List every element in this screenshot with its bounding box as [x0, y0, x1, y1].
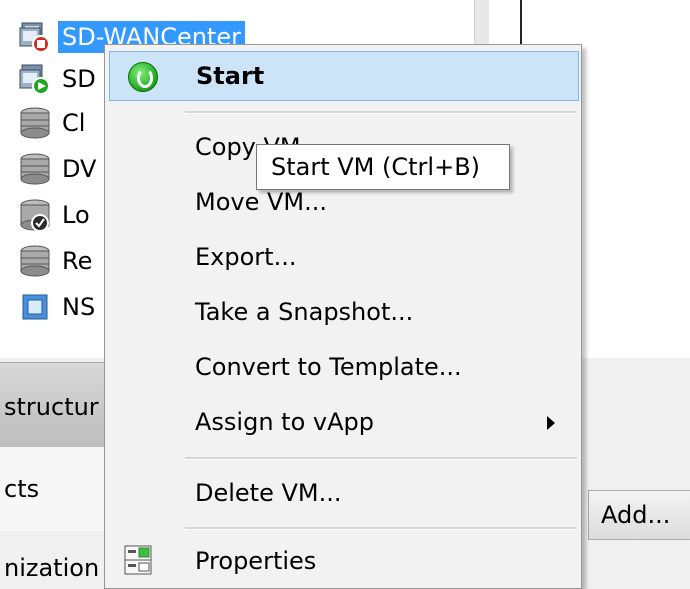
menu-separator: [185, 527, 577, 530]
tree-item-label: Lo: [62, 201, 90, 229]
menu-item-label: Properties: [195, 547, 317, 575]
tree-item-ns[interactable]: NS: [18, 290, 99, 324]
server-stack-icon: [18, 106, 52, 140]
tree-item-lo[interactable]: Lo: [18, 198, 94, 232]
menu-item-start[interactable]: Start: [109, 51, 579, 101]
tree-item-label: Cl: [62, 109, 86, 137]
server-stack-icon: [18, 244, 52, 278]
nav-label: structur: [4, 393, 99, 421]
menu-item-label: Move VM...: [195, 188, 327, 216]
tree-item-label: NS: [62, 293, 96, 321]
menu-item-label: Take a Snapshot...: [195, 298, 414, 326]
tree-item-label: DV: [62, 155, 97, 183]
server-check-icon: [18, 198, 52, 232]
tree-item-label: SD: [62, 65, 96, 93]
menu-item-convert-to-template[interactable]: Convert to Template...: [109, 343, 579, 393]
template-icon: [18, 290, 52, 324]
menu-item-delete-vm[interactable]: Delete VM...: [109, 469, 579, 519]
properties-icon: [123, 543, 153, 577]
tooltip-text: Start VM (Ctrl+B): [271, 153, 481, 181]
tree-item-sd[interactable]: SD: [18, 62, 100, 96]
add-button-label: Add...: [601, 501, 671, 529]
menu-item-label: Delete VM...: [195, 479, 342, 507]
tooltip: Start VM (Ctrl+B): [256, 144, 510, 190]
vm-running-icon: [18, 62, 52, 96]
start-icon: [128, 62, 158, 92]
context-menu: Start Copy VM... Move VM... Export... Ta…: [104, 44, 582, 589]
menu-item-label: Start: [196, 62, 265, 90]
add-button[interactable]: Add...: [588, 490, 690, 540]
nav-label: cts: [4, 475, 40, 503]
submenu-arrow-icon: [547, 416, 555, 430]
tree-item-dv[interactable]: DV: [18, 152, 100, 186]
vm-stopped-icon: [18, 20, 52, 54]
menu-item-properties[interactable]: Properties: [109, 537, 579, 587]
tree-item-label: Re: [62, 247, 93, 275]
menu-item-label: Assign to vApp: [195, 408, 374, 436]
panel-divider: [520, 0, 522, 48]
menu-separator: [185, 457, 577, 460]
menu-separator: [185, 111, 577, 114]
server-stack-icon: [18, 152, 52, 186]
menu-item-take-snapshot[interactable]: Take a Snapshot...: [109, 288, 579, 338]
menu-item-label: Convert to Template...: [195, 353, 462, 381]
tree-item-cl[interactable]: Cl: [18, 106, 89, 140]
menu-item-export[interactable]: Export...: [109, 233, 579, 283]
menu-item-assign-to-vapp[interactable]: Assign to vApp: [109, 398, 579, 448]
nav-label: nization: [4, 554, 100, 582]
tree-item-re[interactable]: Re: [18, 244, 96, 278]
menu-item-label: Export...: [195, 243, 297, 271]
